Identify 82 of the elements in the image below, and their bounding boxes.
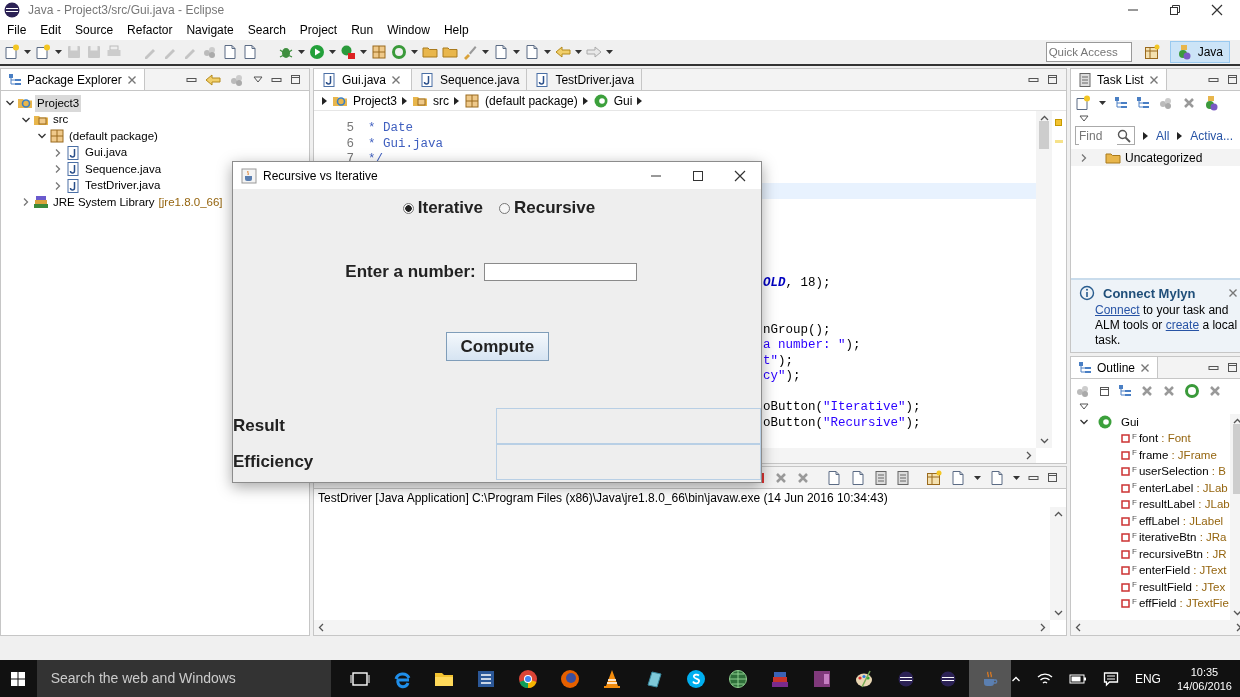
field-label: Enter a number:	[345, 261, 476, 283]
menu-item[interactable]: Source	[68, 20, 121, 40]
menu-item[interactable]: Refactor	[120, 20, 180, 40]
code-line: oButton("Iterative");	[763, 400, 921, 414]
radio-button[interactable]: Iterative	[402, 195, 483, 221]
menu-item[interactable]: Search	[240, 20, 293, 40]
version-label: [jre1.8.0_66]	[158, 194, 223, 210]
modifier-label: F	[1132, 430, 1137, 443]
line-number: 5	[345, 121, 354, 137]
tree-item[interactable]: enterLabel : JLab	[1138, 479, 1228, 497]
menu-item[interactable]: Help	[436, 20, 476, 40]
tree-item[interactable]: userSelection : B	[1138, 463, 1226, 481]
code-line: * Date	[368, 121, 413, 135]
console-header: TestDriver [Java Application] C:\Program Files (x86)\Java\jre1.8.0_66\bin\javaw.exe (14 Jun 2016 10:34:43)	[317, 490, 889, 507]
window-title: Java - Project3/src/Gui.java - Eclipse	[28, 2, 225, 19]
tree-item[interactable]: Gui	[1121, 414, 1139, 431]
modifier-label: F	[1132, 579, 1137, 591]
link[interactable]: Connect	[1095, 303, 1140, 317]
line-number: 6	[345, 136, 354, 152]
menu-item[interactable]: Project	[292, 20, 345, 40]
radio-button[interactable]: Recursive	[498, 195, 596, 221]
tree-item[interactable]: effLabel : JLabel	[1138, 512, 1224, 530]
code-line: OLD, 18);	[763, 276, 831, 290]
compute-button[interactable]: Compute	[445, 331, 549, 361]
mylyn-message: Connect to your task and ALM tools or create a local task.	[1094, 303, 1238, 348]
find-field[interactable]: Find	[1075, 126, 1135, 145]
language-indicator[interactable]: ENG	[1134, 669, 1161, 688]
modifier-label: F	[1132, 529, 1137, 542]
panel-tab[interactable]: Outline	[1071, 357, 1159, 378]
code-line: t");	[763, 353, 794, 368]
field-label: Efficiency	[233, 451, 314, 474]
tree-item[interactable]: enterField : JText	[1138, 562, 1227, 580]
modifier-label: F	[1132, 546, 1137, 558]
tree-item[interactable]: font : Font	[1138, 430, 1191, 448]
breadcrumb-item[interactable]: Project3	[353, 91, 398, 110]
modifier-label: F	[1132, 496, 1137, 509]
filter-link[interactable]: All	[1156, 126, 1170, 145]
modifier-label: F	[1132, 595, 1137, 608]
tree-item[interactable]: iterativeBtn : JRa	[1138, 529, 1227, 547]
tree-item[interactable]: (default package)	[67, 127, 160, 145]
clock-time[interactable]: 10:35	[1176, 664, 1232, 679]
code-line: nGroup();	[763, 322, 831, 337]
tree-item[interactable]: src	[51, 111, 71, 129]
menu-item[interactable]: Edit	[33, 20, 69, 40]
modifier-label: F	[1132, 463, 1137, 476]
modifier-label: F	[1132, 562, 1137, 575]
modifier-label: F	[1132, 513, 1137, 525]
panel-tab[interactable]: Task List	[1071, 69, 1167, 90]
modifier-label: F	[1132, 447, 1137, 459]
tree-item[interactable]: Project3	[35, 94, 82, 112]
link[interactable]: create	[1165, 318, 1200, 332]
breadcrumb-item[interactable]: (default package)	[485, 91, 578, 110]
breadcrumb-item[interactable]: Gui	[613, 91, 633, 110]
menu-item[interactable]: Navigate	[179, 20, 241, 40]
breadcrumb-item[interactable]: src	[433, 91, 450, 110]
code-line: * Gui.java	[368, 136, 443, 151]
tree-item[interactable]: recursiveBtn : JR	[1138, 545, 1227, 563]
search-field[interactable]: Search the web and Windows	[36, 660, 331, 697]
menu-item[interactable]: Window	[380, 20, 437, 40]
tree-item[interactable]: resultLabel : JLab	[1138, 496, 1230, 514]
code-line: a number: ");	[763, 338, 861, 352]
filter-link[interactable]: Activa...	[1190, 126, 1234, 145]
tree-item[interactable]: frame : JFrame	[1138, 446, 1217, 464]
code-line: oButton("Recursive");	[763, 415, 921, 430]
tree-item[interactable]: resultField : JTex	[1138, 578, 1226, 596]
clock-date[interactable]: 14/06/2016	[1176, 678, 1232, 693]
modifier-label: F	[1132, 480, 1137, 492]
search-field[interactable]: Quick Access	[1045, 42, 1132, 62]
mylyn-title: Connect Mylyn	[1103, 284, 1196, 303]
tree-item[interactable]: Gui.java	[83, 144, 130, 162]
tree-item[interactable]: effField : JTextFie	[1138, 595, 1229, 613]
perspective-button[interactable]: Java	[1169, 41, 1230, 63]
tree-item[interactable]: JRE System Library	[51, 193, 157, 211]
panel-tab[interactable]: Package Explorer	[1, 69, 145, 90]
menu-item[interactable]: Run	[344, 20, 381, 40]
code-line: cy");	[763, 369, 801, 383]
dialog-title: Recursive vs Iterative	[263, 167, 378, 185]
tree-item[interactable]: Sequence.java	[83, 160, 164, 178]
menu-item[interactable]: File	[0, 20, 34, 40]
panel-tab[interactable]: Gui.java	[314, 69, 412, 90]
tree-item[interactable]: TestDriver.java	[83, 177, 163, 195]
field-label: Result	[233, 415, 285, 438]
